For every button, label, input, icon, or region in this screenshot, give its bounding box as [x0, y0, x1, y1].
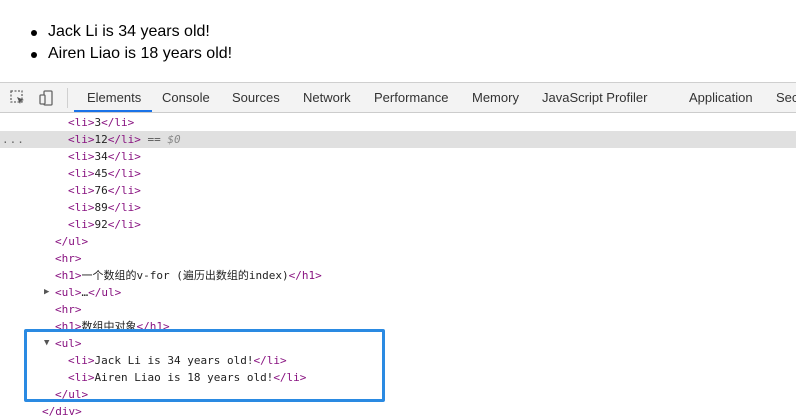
dom-node[interactable]: <li>45</li>	[0, 165, 796, 182]
tab-elements[interactable]: Elements	[87, 83, 141, 113]
dom-node[interactable]: <h1>一个数组的v-for (遍历出数组的index)</h1>	[0, 267, 796, 284]
dom-node[interactable]: <li>92</li>	[0, 216, 796, 233]
rendered-page: Jack Li is 34 years old! Airen Liao is 1…	[0, 0, 796, 82]
dom-node[interactable]: </ul>	[0, 233, 796, 250]
dom-node[interactable]: <li>34</li>	[0, 148, 796, 165]
tab-network[interactable]: Network	[303, 83, 351, 113]
highlight-annotation-box	[24, 329, 385, 402]
toolbar-divider	[67, 88, 68, 108]
expand-triangle-icon[interactable]: ▶	[44, 284, 49, 301]
dom-node[interactable]: <li>76</li>	[0, 182, 796, 199]
list-item: Jack Li is 34 years old!	[31, 21, 232, 43]
list-item: Airen Liao is 18 years old!	[31, 43, 232, 65]
dom-node[interactable]: </div>	[0, 403, 796, 418]
dom-node[interactable]: <hr>	[0, 301, 796, 318]
more-options-icon[interactable]: ...	[2, 131, 25, 148]
bullet-icon	[31, 30, 37, 36]
dom-node[interactable]: <li>89</li>	[0, 199, 796, 216]
dom-node-collapsed[interactable]: ▶ <ul>…</ul>	[0, 284, 796, 301]
dom-node-selected[interactable]: ... <li>12</li> == $0	[0, 131, 796, 148]
dom-node[interactable]: <hr>	[0, 250, 796, 267]
devtools-tabbar: Elements Console Sources Network Perform…	[0, 83, 796, 113]
device-toolbar-icon[interactable]	[38, 89, 56, 107]
active-tab-indicator	[74, 110, 152, 112]
tab-sources[interactable]: Sources	[232, 83, 280, 113]
tab-performance[interactable]: Performance	[374, 83, 448, 113]
tab-application[interactable]: Application	[689, 83, 753, 113]
tab-javascript-profiler[interactable]: JavaScript Profiler	[542, 83, 647, 113]
bullet-icon	[31, 52, 37, 58]
inspect-element-icon[interactable]	[9, 89, 27, 107]
tab-security[interactable]: Sec	[776, 83, 796, 113]
tab-memory[interactable]: Memory	[472, 83, 519, 113]
people-list: Jack Li is 34 years old! Airen Liao is 1…	[31, 21, 232, 65]
tab-console[interactable]: Console	[162, 83, 210, 113]
dom-node[interactable]: <li>3</li>	[0, 114, 796, 131]
